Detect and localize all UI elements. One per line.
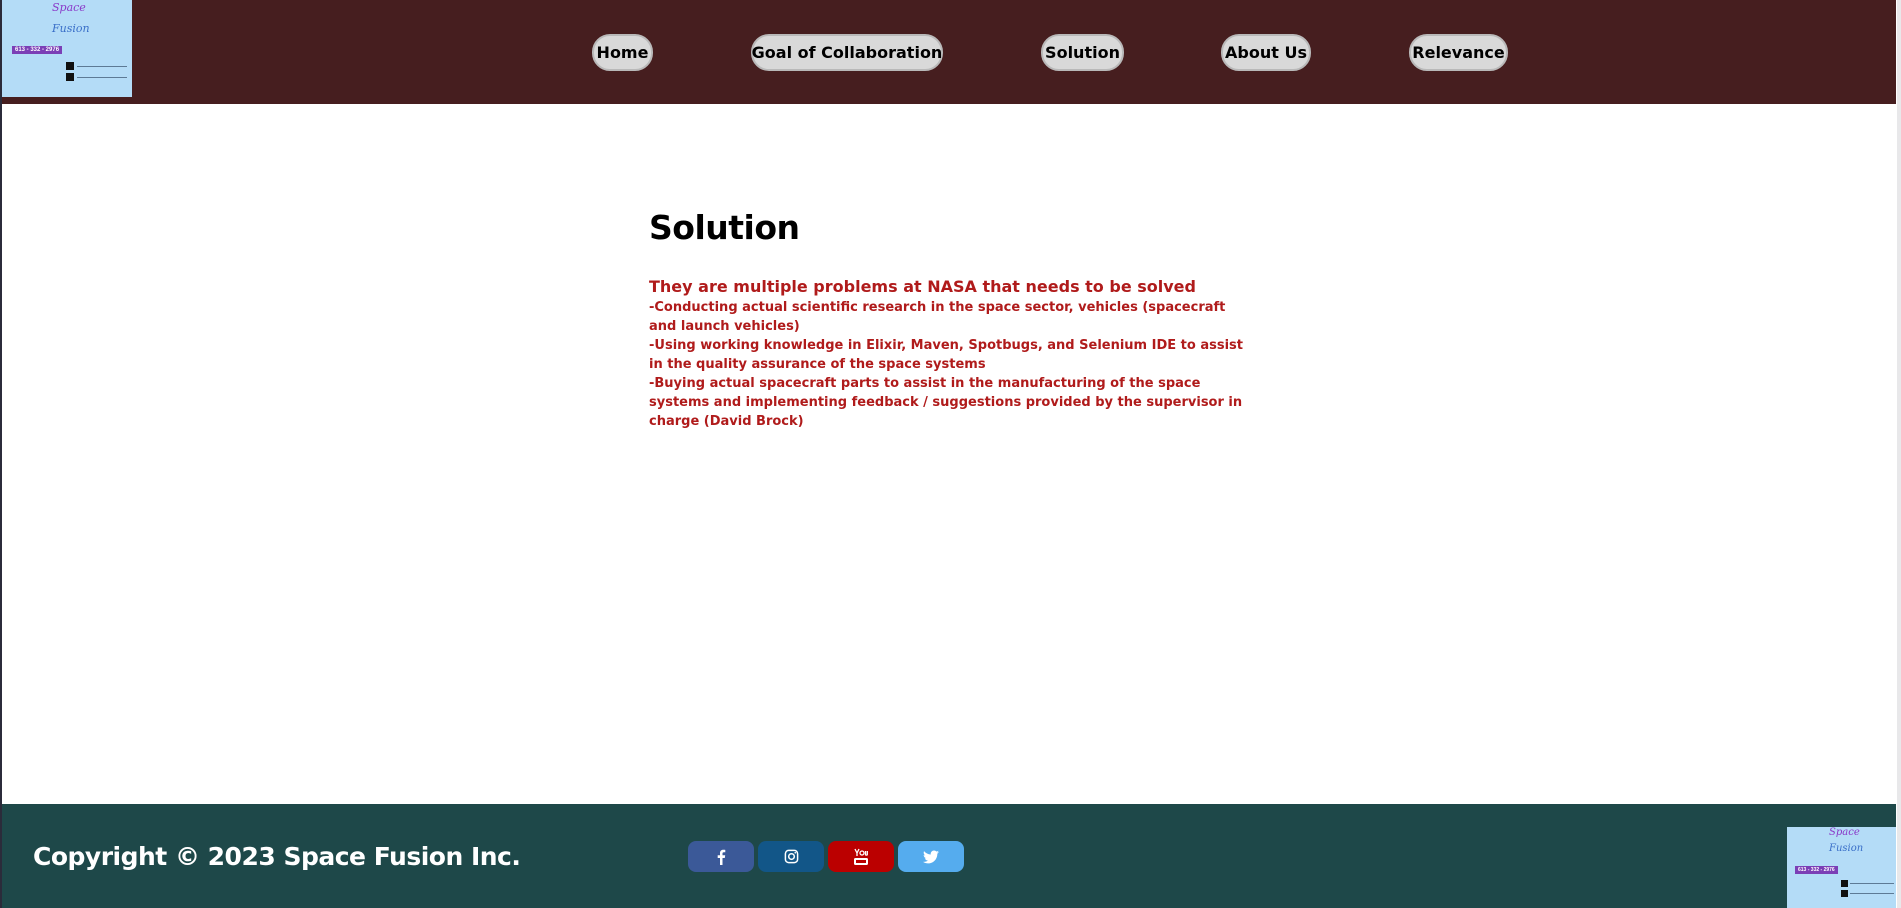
solution-item: -Conducting actual scientific research i… [649,300,1226,334]
logo-line-1: Space [1829,827,1860,838]
site-header: Space Fusion 613 - 332 - 2976 Home Goal … [2,0,1896,104]
logo-line-2: Fusion [1829,843,1864,854]
instagram-icon [784,849,798,864]
logo-line-2: Fusion [52,22,90,35]
logo-line-1: Space [52,1,86,14]
nav-goal-of-collaboration[interactable]: Goal of Collaboration [751,34,943,71]
solution-item: -Buying actual spacecraft parts to assis… [649,376,1243,429]
logo-facebook-row [1841,880,1895,888]
logo-phone: 613 - 332 - 2976 [1795,866,1838,874]
instagram-icon [1841,890,1848,897]
solution-lead: They are multiple problems at NASA that … [649,277,1196,296]
footer-logo: Space Fusion 613 - 332 - 2976 [1787,827,1896,908]
nav-solution[interactable]: Solution [1041,34,1124,71]
youtube-button[interactable] [828,841,894,872]
logo-phone: 613 - 332 - 2976 [12,46,63,54]
solution-item: -Using working knowledge in Elixir, Mave… [649,338,1243,372]
instagram-icon [66,73,74,81]
window-left-edge [0,0,2,908]
facebook-icon [1841,880,1848,887]
logo-instagram-row [66,73,130,82]
nav-relevance[interactable]: Relevance [1409,34,1508,71]
instagram-button[interactable] [758,841,824,872]
logo-facebook-row [66,62,130,71]
site-logo[interactable]: Space Fusion 613 - 332 - 2976 [2,0,132,97]
window-right-edge [1897,0,1901,908]
logo-instagram-row [1841,890,1895,898]
twitter-button[interactable] [898,841,964,872]
nav-about-us[interactable]: About Us [1221,34,1311,71]
page-title: Solution [649,208,800,247]
solution-section: Solution They are multiple problems at N… [649,208,1249,431]
facebook-button[interactable] [688,841,754,872]
site-footer: Copyright © 2023 Space Fusion Inc. Space… [2,804,1896,908]
youtube-icon [854,848,868,865]
facebook-icon [66,62,74,70]
twitter-icon [923,850,939,863]
copyright-text: Copyright © 2023 Space Fusion Inc. [33,842,521,871]
nav-home[interactable]: Home [592,34,653,71]
facebook-icon [717,849,726,865]
